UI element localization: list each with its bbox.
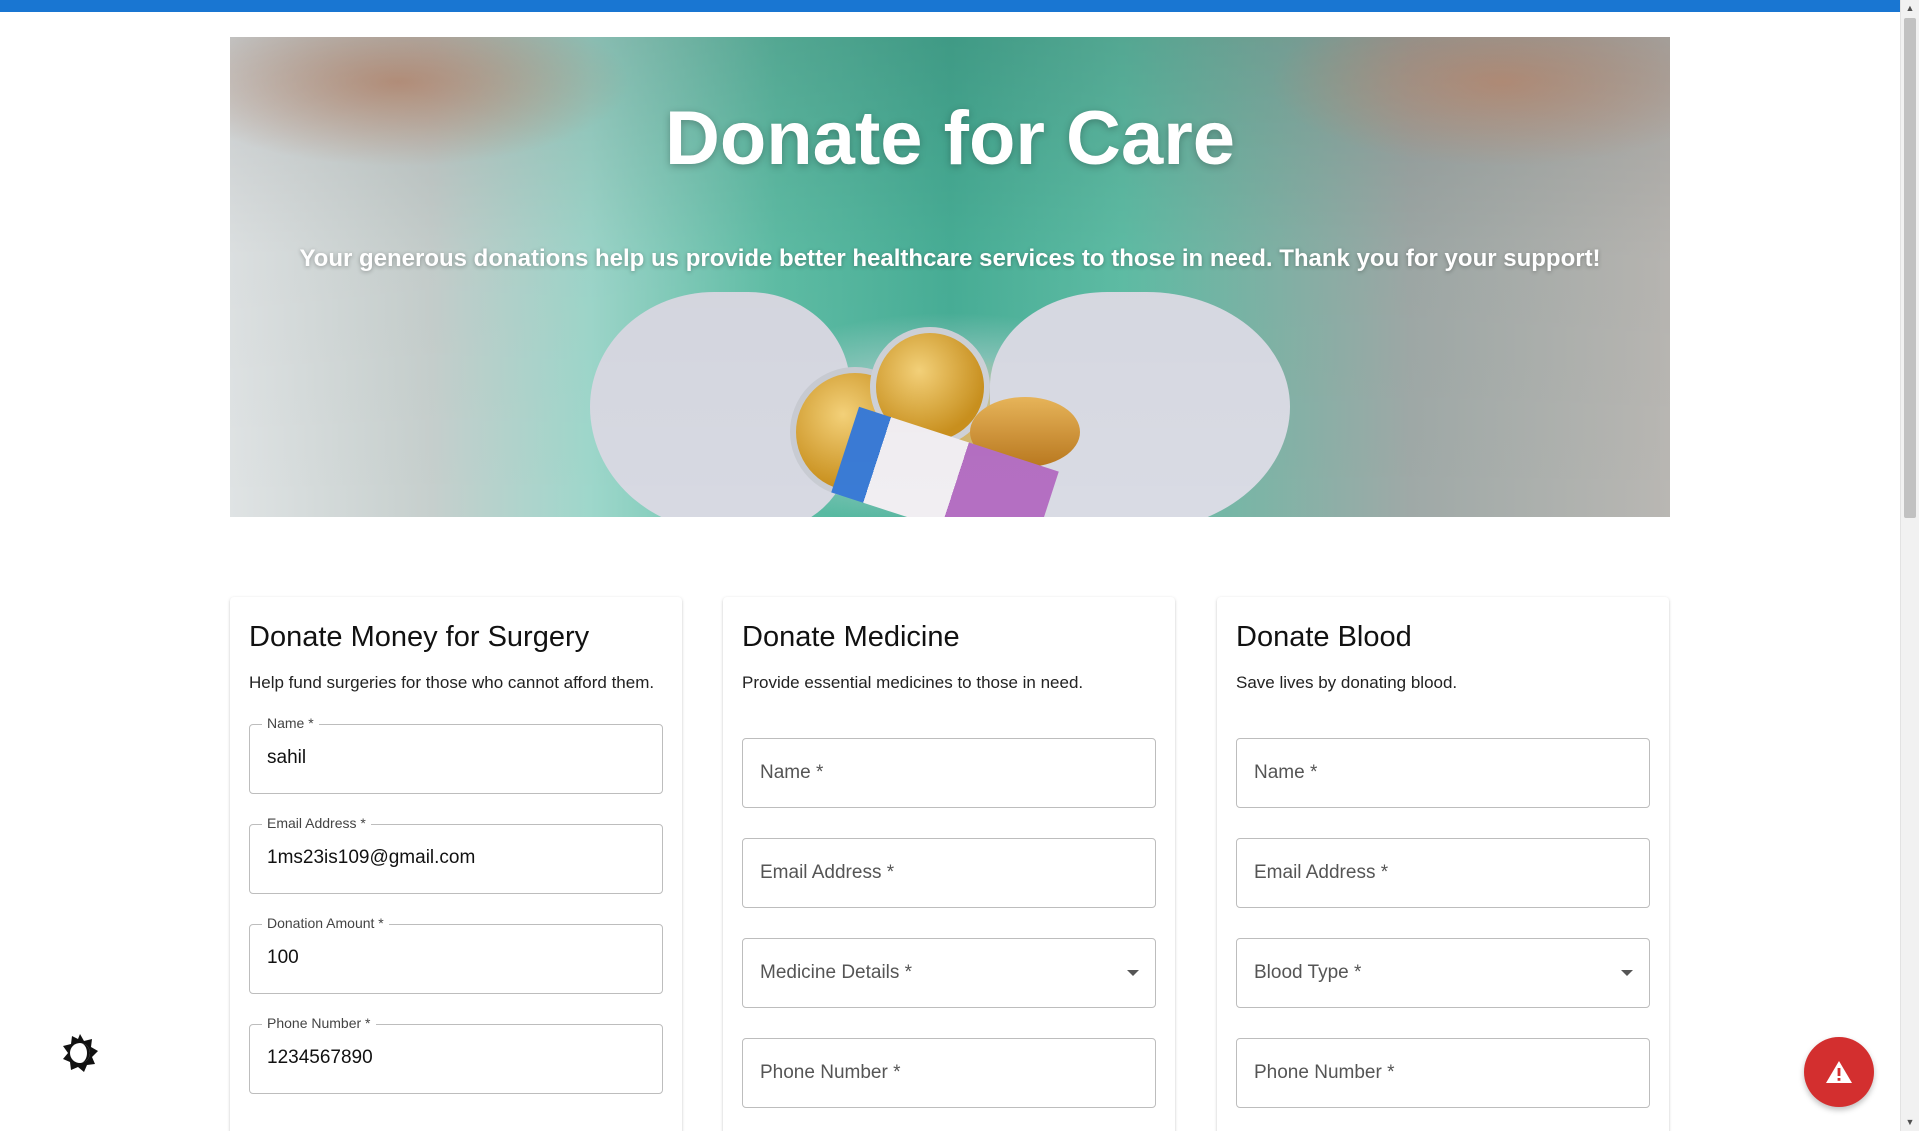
scroll-thumb[interactable]	[1904, 18, 1916, 518]
hero-banner: Donate for Care Your generous donations …	[230, 37, 1670, 517]
alert-fab-button[interactable]	[1804, 1037, 1874, 1107]
field-value[interactable]: 1234567890	[267, 1047, 373, 1069]
hero-subtitle: Your generous donations help us provide …	[299, 245, 1601, 272]
donate-blood-card: Donate Blood Save lives by donating bloo…	[1217, 597, 1669, 1131]
dropdown-arrow-icon[interactable]	[1621, 970, 1633, 977]
field-label: Name *	[262, 715, 319, 732]
medicine-name-input[interactable]: Name *	[742, 738, 1156, 809]
theme-toggle-button[interactable]	[60, 1033, 100, 1073]
vertical-scrollbar[interactable]: ▲ ▼	[1900, 0, 1919, 1131]
field-placeholder: Phone Number *	[1254, 1062, 1395, 1084]
brightness-icon	[63, 1034, 98, 1072]
scroll-down-arrow-icon[interactable]: ▼	[1901, 1114, 1919, 1131]
blood-name-input[interactable]: Name *	[1236, 738, 1650, 809]
scroll-up-arrow-icon[interactable]: ▲	[1901, 0, 1919, 17]
warning-icon	[1826, 1061, 1852, 1083]
field-placeholder: Email Address *	[760, 862, 895, 884]
field-label: Email Address *	[262, 815, 371, 832]
blood-type-select[interactable]: Blood Type *	[1236, 938, 1650, 1009]
money-email-field[interactable]: Email Address * 1ms23is109@gmail.com	[249, 815, 663, 895]
medicine-details-select[interactable]: Medicine Details *	[742, 938, 1156, 1009]
hero-title: Donate for Care	[664, 96, 1236, 181]
field-placeholder: Blood Type *	[1254, 962, 1362, 984]
money-name-field[interactable]: Name * sahil	[249, 715, 663, 795]
card-description: Provide essential medicines to those in …	[742, 673, 1084, 693]
field-placeholder: Medicine Details *	[760, 962, 913, 984]
money-amount-field[interactable]: Donation Amount * 100	[249, 915, 663, 995]
field-value[interactable]: sahil	[267, 747, 306, 769]
card-title: Donate Medicine	[742, 621, 960, 653]
card-description: Save lives by donating blood.	[1236, 673, 1458, 693]
donate-money-card: Donate Money for Surgery Help fund surge…	[230, 597, 682, 1131]
field-label: Donation Amount *	[262, 915, 389, 932]
medicine-email-input[interactable]: Email Address *	[742, 838, 1156, 909]
field-value[interactable]: 1ms23is109@gmail.com	[267, 847, 475, 869]
medicine-phone-input[interactable]: Phone Number *	[742, 1038, 1156, 1109]
field-placeholder: Phone Number *	[760, 1062, 901, 1084]
card-title: Donate Money for Surgery	[249, 621, 590, 653]
field-placeholder: Name *	[1254, 762, 1318, 784]
card-title: Donate Blood	[1236, 621, 1412, 653]
card-description: Help fund surgeries for those who cannot…	[249, 673, 655, 693]
blood-email-input[interactable]: Email Address *	[1236, 838, 1650, 909]
donate-medicine-card: Donate Medicine Provide essential medici…	[723, 597, 1175, 1131]
field-placeholder: Email Address *	[1254, 862, 1389, 884]
blood-phone-input[interactable]: Phone Number *	[1236, 1038, 1650, 1109]
money-phone-field[interactable]: Phone Number * 1234567890	[249, 1015, 663, 1095]
top-accent-bar	[0, 0, 1900, 12]
dropdown-arrow-icon[interactable]	[1127, 970, 1139, 977]
field-placeholder: Name *	[760, 762, 824, 784]
field-value[interactable]: 100	[267, 947, 299, 969]
field-label: Phone Number *	[262, 1015, 376, 1032]
